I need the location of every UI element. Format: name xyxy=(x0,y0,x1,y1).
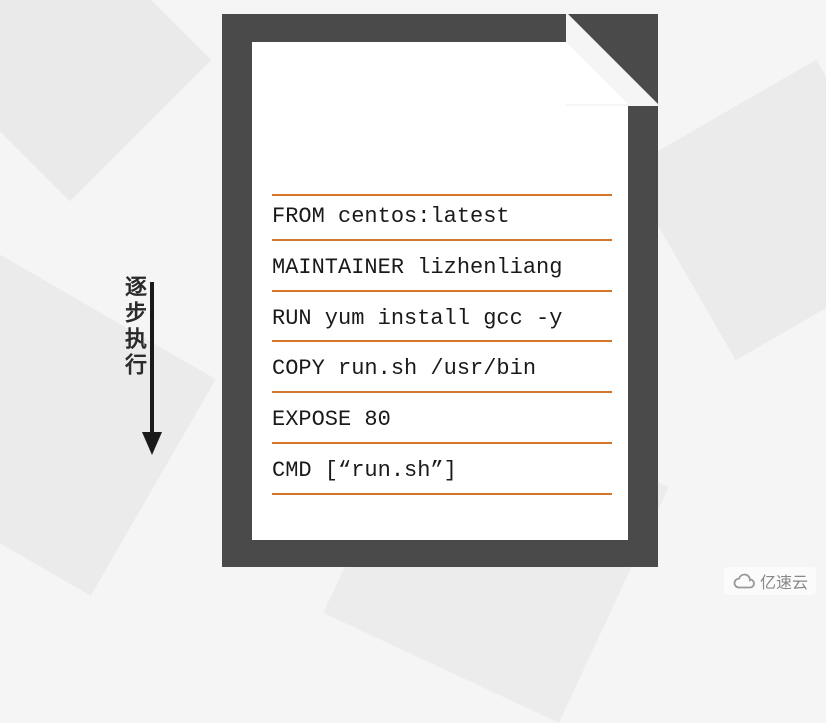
dockerfile-line: FROM centos:latest xyxy=(272,194,612,241)
dockerfile-line: RUN yum install gcc -y xyxy=(272,304,612,343)
file-content: FROM centos:latest MAINTAINER lizhenlian… xyxy=(272,194,612,507)
dockerfile-document: FROM centos:latest MAINTAINER lizhenlian… xyxy=(222,14,658,567)
watermark-text: 亿速云 xyxy=(760,569,808,593)
cloud-icon xyxy=(732,571,756,591)
file-border: FROM centos:latest MAINTAINER lizhenlian… xyxy=(222,14,658,567)
dockerfile-line: EXPOSE 80 xyxy=(272,405,612,444)
dockerfile-line: CMD [“run.sh”] xyxy=(272,456,612,495)
down-arrow-icon xyxy=(137,277,167,457)
watermark: 亿速云 xyxy=(724,567,816,595)
file-fold-inner-icon xyxy=(566,42,628,104)
dockerfile-line: COPY run.sh /usr/bin xyxy=(272,354,612,393)
dockerfile-line: MAINTAINER lizhenliang xyxy=(272,253,612,292)
diagram-container: 逐步执行 FROM centos:latest MAINTAINER lizhe… xyxy=(0,0,826,580)
execution-arrow-section: 逐步执行 xyxy=(68,275,196,457)
